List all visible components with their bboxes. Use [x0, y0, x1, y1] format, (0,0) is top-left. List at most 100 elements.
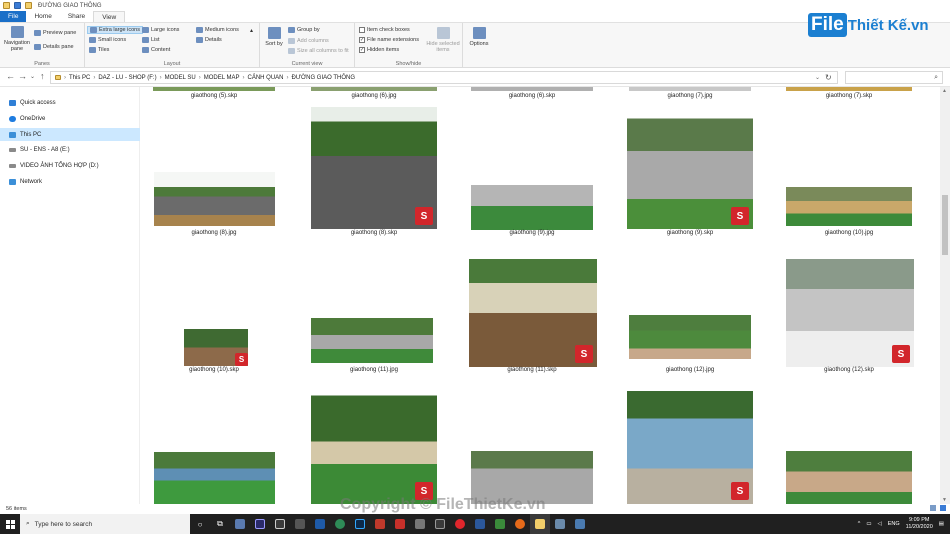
refresh-icon[interactable]: ↻ [825, 73, 832, 82]
nav-onedrive[interactable]: OneDrive [9, 113, 45, 125]
file-label[interactable]: giaothong (7).jpg [620, 93, 760, 99]
layout-list[interactable]: List [142, 37, 160, 43]
scroll-up-arrow-icon[interactable]: ▲ [942, 88, 947, 94]
breadcrumb-this-pc[interactable]: This PC [69, 75, 90, 81]
layout-extra-large-icons[interactable]: Extra large icons [87, 26, 143, 34]
input-language[interactable]: ENG [888, 521, 900, 527]
hide-selected-items-button[interactable]: Hide selected items [425, 27, 461, 53]
app-icon[interactable] [570, 514, 590, 534]
app-icon[interactable] [410, 514, 430, 534]
navigation-pane-button[interactable]: Navigation pane [4, 26, 30, 52]
thumbnail-giaothong-8-jpg[interactable] [154, 172, 275, 226]
forward-arrow-icon[interactable]: → [18, 71, 27, 81]
photoshop-icon[interactable] [350, 514, 370, 534]
file-label[interactable]: giaothong (7).skp [779, 93, 919, 99]
thumbnail-giaothong-8-skp[interactable]: S [311, 107, 437, 229]
details-view-icon[interactable] [930, 505, 936, 511]
hidden-items-toggle[interactable]: ✓ Hidden items [359, 47, 399, 53]
layout-tiles[interactable]: Tiles [89, 47, 109, 53]
app-icon[interactable] [430, 514, 450, 534]
task-view-icon[interactable]: ⧉ [210, 514, 230, 534]
layout-scroll-arrows-icon[interactable]: ▴ [250, 27, 253, 34]
nav-quick-access[interactable]: Quick access [9, 97, 56, 109]
nav-this-pc[interactable]: This PC [0, 128, 140, 141]
notifications-icon[interactable]: ▤ [939, 521, 944, 527]
breadcrumb-model-map[interactable]: MODEL MAP [204, 75, 240, 81]
group-by-button[interactable]: Group by [288, 27, 320, 33]
app-icon[interactable] [290, 514, 310, 534]
thumbnail-giaothong-7-jpg[interactable] [629, 87, 751, 91]
file-label[interactable]: giaothong (10).jpg [779, 230, 919, 236]
nav-drive-d[interactable]: VIDEO ẢNH TỔNG HỢP (D:) [9, 160, 99, 172]
add-columns-button[interactable]: Add columns [288, 38, 329, 44]
file-label[interactable]: giaothong (12).jpg [620, 367, 760, 373]
scrollbar-thumb[interactable] [942, 195, 948, 255]
preview-pane-button[interactable]: Preview pane [34, 30, 76, 36]
vertical-scrollbar[interactable]: ▲ ▼ [940, 87, 950, 504]
app-icon[interactable] [490, 514, 510, 534]
options-button[interactable]: Options [468, 27, 490, 47]
layout-medium-icons[interactable]: Medium icons [196, 27, 239, 33]
file-label[interactable]: giaothong (11).jpg [304, 367, 444, 373]
after-effects-icon[interactable] [250, 514, 270, 534]
thumbnail-giaothong-10-jpg[interactable] [786, 170, 912, 226]
recent-locations-chevron-icon[interactable]: ⌄ [30, 73, 35, 80]
word-icon[interactable] [470, 514, 490, 534]
tab-share[interactable]: Share [60, 11, 93, 22]
sort-by-button[interactable]: Sort by [265, 27, 283, 47]
thumbnail-giaothong-15-jpg[interactable] [786, 445, 912, 504]
thumbnail-giaothong-10-skp[interactable]: S [184, 320, 248, 366]
file-explorer-taskbar-icon[interactable] [530, 514, 550, 534]
opera-icon[interactable] [450, 514, 470, 534]
details-pane-button[interactable]: Details pane [34, 44, 74, 50]
file-label[interactable]: giaothong (8).skp [304, 230, 444, 236]
layout-small-icons[interactable]: Small icons [89, 37, 126, 43]
thumbnail-giaothong-12-jpg[interactable] [629, 307, 751, 359]
breadcrumb-drive[interactable]: DAZ - LU - SHOP (F:) [98, 75, 156, 81]
thumbnail-giaothong-9-jpg[interactable] [471, 170, 593, 230]
breadcrumb-canh-quan[interactable]: CẢNH QUAN [248, 75, 284, 81]
start-button[interactable] [0, 514, 20, 534]
thumbnail-giaothong-13-jpg[interactable] [154, 445, 275, 504]
large-icons-view-icon[interactable] [940, 505, 946, 511]
thumbnail-giaothong-13-skp[interactable]: S [311, 390, 437, 504]
sketchup-app-icon[interactable] [230, 514, 250, 534]
search-input[interactable]: ⌕ [845, 71, 943, 84]
thumbnail-giaothong-11-skp[interactable]: S [469, 247, 597, 367]
address-dropdown-chevron-icon[interactable]: ⌄ [815, 74, 820, 81]
new-folder-icon[interactable] [25, 2, 32, 9]
scroll-down-arrow-icon[interactable]: ▼ [942, 497, 947, 503]
tab-home[interactable]: Home [26, 11, 59, 22]
back-arrow-icon[interactable]: ← [6, 71, 15, 81]
thumbnail-giaothong-12-skp[interactable]: S [786, 247, 914, 367]
breadcrumb-model-su[interactable]: MODEL SU [165, 75, 196, 81]
file-name-extensions-toggle[interactable]: ✓ File name extensions [359, 37, 419, 43]
breadcrumb-duong-giao-thong[interactable]: ĐƯỜNG GIAO THÔNG [292, 75, 356, 81]
cortana-icon[interactable]: ○ [190, 514, 210, 534]
tab-view[interactable]: View [93, 11, 126, 22]
app-icon[interactable] [270, 514, 290, 534]
app-icon[interactable] [390, 514, 410, 534]
app-icon[interactable] [550, 514, 570, 534]
thumbnail-giaothong-6-jpg[interactable] [311, 87, 437, 91]
properties-icon[interactable] [14, 2, 21, 9]
nav-network[interactable]: Network [9, 176, 42, 188]
file-label[interactable]: giaothong (9).jpg [462, 230, 602, 236]
file-label[interactable]: giaothong (12).skp [779, 367, 919, 373]
taskbar-search-input[interactable]: ⌕ Type here to search [20, 514, 190, 534]
app-icon[interactable] [330, 514, 350, 534]
layout-details[interactable]: Details [196, 37, 222, 43]
thumbnail-giaothong-7-skp[interactable] [786, 87, 912, 91]
file-label[interactable]: giaothong (6).jpg [304, 93, 444, 99]
vray-icon[interactable] [310, 514, 330, 534]
file-label[interactable]: giaothong (5).skp [144, 93, 284, 99]
file-label[interactable]: giaothong (11).skp [462, 367, 602, 373]
nav-drive-e[interactable]: SU - ENS - A8 (E:) [9, 144, 70, 156]
thumbnail-giaothong-14-skp[interactable]: S [627, 385, 753, 504]
thumbnail-giaothong-11-jpg[interactable] [311, 307, 433, 363]
item-check-boxes-toggle[interactable]: Item check boxes [359, 27, 410, 33]
volume-icon[interactable]: ◁ [878, 521, 882, 527]
thumbnail-giaothong-6-skp[interactable] [471, 87, 593, 91]
thumbnail-giaothong-5-skp[interactable] [153, 87, 275, 91]
layout-large-icons[interactable]: Large icons [142, 27, 179, 33]
